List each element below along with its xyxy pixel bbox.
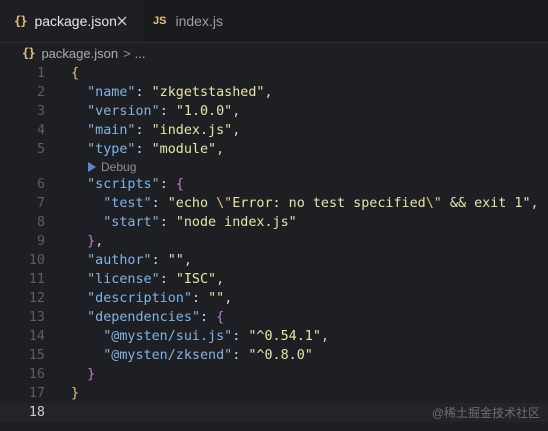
json-value: "node index.js" <box>175 215 297 230</box>
line-number: 18 <box>28 405 45 420</box>
tab-label: package.json <box>34 13 117 29</box>
brace: { <box>71 66 80 81</box>
code-line: 1{ <box>0 64 548 83</box>
debug-label: Debug <box>101 160 137 174</box>
js-file-icon: JS <box>153 15 167 27</box>
line-number: 13 <box>28 310 45 325</box>
json-key: "main" <box>87 123 136 138</box>
json-value: "^0.54.1" <box>248 329 321 344</box>
code-line: 13 "dependencies": { <box>0 308 548 327</box>
tab-package-json[interactable]: {} package.json <box>0 0 143 42</box>
brace: } <box>87 234 96 249</box>
json-key: "description" <box>87 291 192 306</box>
json-key: "@mysten/sui.js" <box>103 329 233 344</box>
brace: { <box>216 310 225 325</box>
json-key: "start" <box>103 215 160 230</box>
line-number: 12 <box>28 291 45 306</box>
code-line: 5 "type": "module", <box>0 140 548 159</box>
line-number: 15 <box>28 348 45 363</box>
debug-codelens[interactable]: Debug <box>88 159 136 175</box>
code-editor[interactable]: 1{ 2 "name": "zkgetstashed", 3 "version"… <box>0 64 548 431</box>
json-value: "" <box>208 291 225 306</box>
json-key: "@mysten/zksend" <box>103 348 233 363</box>
line-number: 6 <box>36 177 45 192</box>
code-line: 11 "license": "ISC", <box>0 270 548 289</box>
line-number: 2 <box>36 85 45 100</box>
code-line: 4 "main": "index.js", <box>0 121 548 140</box>
watermark: @稀土掘金技术社区 <box>431 406 540 420</box>
code-line: 9 }, <box>0 232 548 251</box>
code-line: 16 } <box>0 365 548 384</box>
line-number: 17 <box>28 386 45 401</box>
code-line: 15 "@mysten/zksend": "^0.8.0" <box>0 346 548 365</box>
line-number: 3 <box>36 104 45 119</box>
line-number: 10 <box>28 253 45 268</box>
json-value: "index.js" <box>151 123 233 138</box>
tab-label: index.js <box>175 13 223 29</box>
tab-bar: {} package.json JS index.js <box>0 0 548 43</box>
line-number: 1 <box>36 66 45 81</box>
json-file-icon: {} <box>22 46 35 60</box>
code-line: 8 "start": "node index.js" <box>0 213 548 232</box>
json-key: "version" <box>87 104 160 119</box>
line-number: 8 <box>36 215 45 230</box>
json-key: "scripts" <box>87 177 160 192</box>
brace: } <box>71 386 80 401</box>
line-number: 9 <box>36 234 45 249</box>
json-value: "ISC" <box>175 272 217 287</box>
json-key: "author" <box>87 253 152 268</box>
code-line: 10 "author": "", <box>0 251 548 270</box>
json-value: "" <box>167 253 184 268</box>
close-icon <box>117 16 127 26</box>
json-value: "1.0.0" <box>175 104 233 119</box>
close-tab-button[interactable] <box>113 12 131 30</box>
json-value: "echo <box>167 196 217 211</box>
code-line: 7 "test": "echo \"Error: no test specifi… <box>0 194 548 213</box>
escape-sequence: \" <box>216 196 233 211</box>
json-value: && exit 1" <box>441 196 531 211</box>
play-icon <box>88 162 96 172</box>
json-value: "^0.8.0" <box>248 348 313 363</box>
line-number: 14 <box>28 329 45 344</box>
json-value: "zkgetstashed" <box>151 85 265 100</box>
brace: { <box>175 177 184 192</box>
line-number: 11 <box>28 272 45 287</box>
tab-index-js[interactable]: JS index.js <box>143 0 223 42</box>
json-key: "name" <box>87 85 136 100</box>
code-line: 14 "@mysten/sui.js": "^0.54.1", <box>0 327 548 346</box>
code-line: 2 "name": "zkgetstashed", <box>0 83 548 102</box>
code-line: 3 "version": "1.0.0", <box>0 102 548 121</box>
code-line: 17} <box>0 384 548 403</box>
json-key: "license" <box>87 272 160 287</box>
code-line: 12 "description": "", <box>0 289 548 308</box>
breadcrumb-more[interactable]: ... <box>135 46 146 61</box>
breadcrumb: {} package.json > ... <box>0 42 548 64</box>
json-key: "test" <box>103 196 152 211</box>
line-number: 16 <box>28 367 45 382</box>
brace: } <box>87 367 96 382</box>
json-key: "dependencies" <box>87 310 200 325</box>
json-value: "module" <box>151 142 217 157</box>
line-number: 7 <box>36 196 45 211</box>
json-file-icon: {} <box>14 14 27 28</box>
line-number: 5 <box>36 142 45 157</box>
json-value: Error: no test specified <box>232 196 426 211</box>
code-line: 6 "scripts": { <box>0 175 548 194</box>
chevron-right-icon: > <box>123 45 131 61</box>
escape-sequence: \" <box>425 196 442 211</box>
json-key: "type" <box>87 142 136 157</box>
breadcrumb-file[interactable]: package.json <box>41 46 118 61</box>
codelens-row: Debug <box>0 159 548 175</box>
line-number: 4 <box>36 123 45 138</box>
